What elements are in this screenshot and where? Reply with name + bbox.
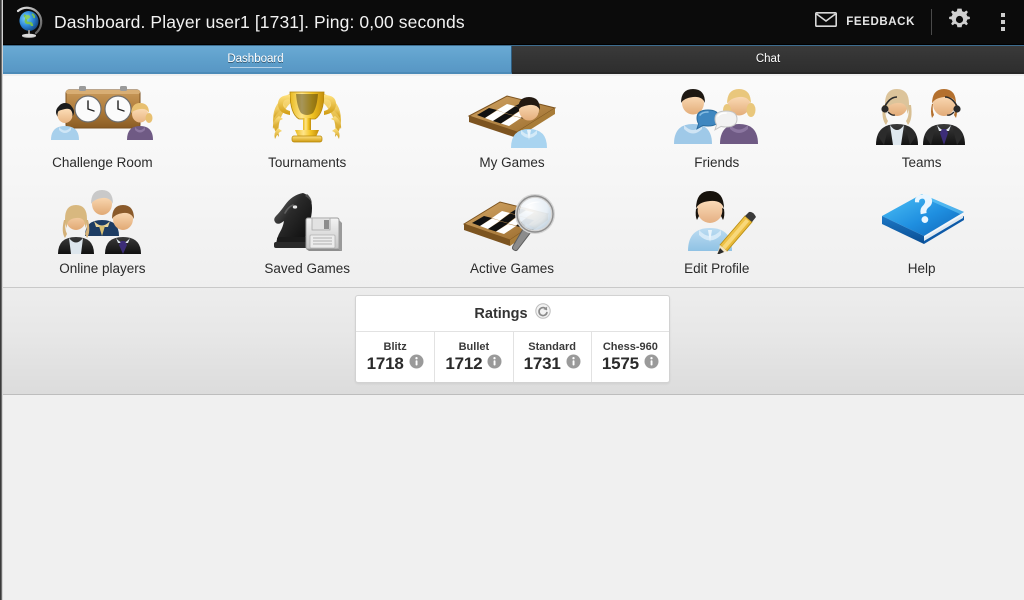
tab-chat[interactable]: Chat	[512, 46, 1024, 74]
tab-chat-label: Chat	[755, 53, 781, 65]
settings-button[interactable]	[936, 0, 982, 45]
dashboard-item-label: Active Games	[469, 260, 554, 276]
tab-active-indicator	[229, 67, 282, 68]
dashboard-item-label: Online players	[59, 260, 146, 276]
dashboard-item-label: Challenge Room	[52, 155, 153, 170]
ratings-body: Blitz 1718 Bullet 1712 Standard 1731 Che…	[356, 332, 669, 382]
rating-value: 1731	[523, 353, 561, 373]
rating-value: 1718	[366, 353, 404, 373]
rating-label: Bullet	[458, 340, 490, 353]
dashboard-item-saved-games[interactable]: Saved Games	[205, 182, 410, 288]
rating-label: Blitz	[383, 340, 407, 353]
trophy-icon	[259, 82, 355, 148]
ratings-title: Ratings	[474, 305, 528, 322]
feedback-button[interactable]: FEEDBACK	[803, 0, 927, 45]
dashboard-row: Online players Saved Games Active Games …	[0, 182, 1024, 288]
rating-value-row: 1731	[524, 354, 581, 374]
dashboard-item-label: Edit Profile	[684, 260, 750, 276]
dashboard-item-my-games[interactable]: My Games	[410, 76, 615, 182]
titlebar-actions: FEEDBACK	[803, 0, 1024, 45]
page-title: Dashboard. Player user1 [1731]. Ping: 0,…	[54, 11, 465, 32]
rating-value-row: 1718	[367, 354, 424, 374]
rating-column-blitz[interactable]: Blitz 1718	[356, 332, 434, 382]
refresh-icon[interactable]	[534, 303, 551, 324]
dashboard-item-label: Saved Games	[264, 260, 350, 276]
dashboard-item-label: Friends	[694, 155, 740, 170]
info-icon[interactable]	[409, 354, 424, 374]
rating-value-row: 1712	[445, 354, 502, 374]
info-icon[interactable]	[644, 354, 659, 374]
gear-icon	[947, 7, 972, 37]
chessboard-magnifier-icon	[456, 188, 568, 254]
info-icon[interactable]	[566, 354, 581, 374]
rating-label: Chess-960	[602, 340, 658, 353]
dashboard-item-challenge-room[interactable]: Challenge Room	[0, 76, 205, 182]
dashboard-item-label: Help	[907, 260, 936, 276]
overflow-menu-icon	[1001, 20, 1005, 24]
person-pencil-icon	[671, 188, 763, 254]
toolbar-divider	[931, 9, 932, 35]
rating-label: Standard	[528, 340, 576, 353]
info-icon[interactable]	[487, 354, 502, 374]
overflow-menu-button[interactable]	[982, 0, 1024, 45]
three-people-group-icon	[49, 188, 155, 254]
app-globe-icon[interactable]	[14, 3, 44, 41]
rating-column-standard[interactable]: Standard 1731	[512, 332, 591, 382]
overflow-menu-icon	[1001, 27, 1005, 31]
dashboard-item-label: Teams	[901, 155, 942, 170]
dashboard-item-active-games[interactable]: Active Games	[410, 182, 615, 288]
rating-column-bullet[interactable]: Bullet 1712	[434, 332, 512, 382]
title-bar: Dashboard. Player user1 [1731]. Ping: 0,…	[0, 0, 1024, 45]
ratings-card: Ratings Blitz 1718 Bullet 1712 Standard …	[355, 295, 670, 383]
tab-dashboard[interactable]: Dashboard	[0, 46, 512, 74]
dashboard-item-label: My Games	[479, 155, 545, 170]
overflow-menu-icon	[1001, 13, 1005, 17]
rating-value: 1712	[445, 353, 483, 373]
feedback-label: FEEDBACK	[846, 16, 915, 28]
knight-floppy-disk-icon	[259, 188, 355, 254]
chessboard-player-icon	[457, 82, 567, 148]
dashboard-row: Challenge Room Tournaments My Games Frie…	[0, 76, 1024, 182]
dashboard-item-label: Tournaments	[268, 155, 347, 170]
chess-clock-players-icon	[43, 82, 161, 148]
dashboard-item-teams[interactable]: Teams	[819, 76, 1024, 182]
blue-book-question-icon	[872, 188, 972, 254]
window-edge-strip	[0, 0, 3, 600]
dashboard-item-edit-profile[interactable]: Edit Profile	[614, 182, 819, 288]
two-people-chat-icon	[665, 82, 769, 148]
tab-bar: Dashboard Chat	[0, 45, 1024, 74]
two-business-people-icon	[870, 82, 974, 148]
content-empty-area	[0, 396, 1024, 600]
rating-value: 1575	[601, 353, 639, 373]
tab-dashboard-label: Dashboard	[227, 53, 284, 65]
rating-value-row: 1575	[602, 354, 659, 374]
dashboard-item-help[interactable]: Help	[819, 182, 1024, 288]
ratings-band: Ratings Blitz 1718 Bullet 1712 Standard …	[0, 288, 1024, 395]
dashboard-grid: Challenge Room Tournaments My Games Frie…	[0, 76, 1024, 288]
rating-column-chess960[interactable]: Chess-960 1575	[590, 332, 669, 382]
dashboard-item-tournaments[interactable]: Tournaments	[205, 76, 410, 182]
dashboard-item-online-players[interactable]: Online players	[0, 182, 205, 288]
envelope-icon	[815, 12, 838, 32]
ratings-header: Ratings	[356, 296, 669, 332]
dashboard-item-friends[interactable]: Friends	[614, 76, 819, 182]
